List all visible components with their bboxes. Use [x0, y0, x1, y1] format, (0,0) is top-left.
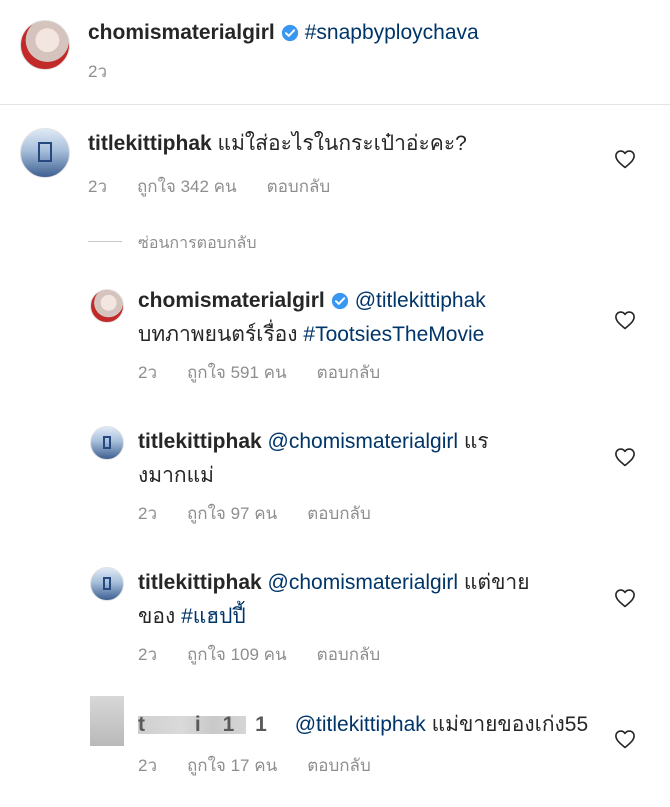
reply-avatar[interactable] — [90, 567, 124, 601]
reply-meta: 2ว ถูกใจ 97 คน ตอบกลับ — [138, 500, 401, 527]
comment-likes[interactable]: ถูกใจ 342 คน — [137, 177, 237, 196]
comment-avatar[interactable] — [20, 128, 70, 178]
reply-username-visible[interactable]: t i11 — [138, 713, 289, 736]
reply-mention[interactable]: @titlekittiphak — [295, 713, 426, 736]
heart-outline-icon[interactable] — [614, 729, 636, 749]
reply-reply-button[interactable]: ตอบกลับ — [317, 363, 381, 382]
reply-body: แม่ขายของเก่ง55 — [425, 713, 589, 736]
reply-mention[interactable]: @chomismaterialgirl — [268, 571, 459, 594]
reply-avatar[interactable] — [90, 289, 124, 323]
reply-body-continued: งมากแม่ — [138, 464, 214, 487]
heart-outline-icon[interactable] — [614, 149, 636, 169]
comment-text: titlekittiphak แม่ใส่อะไรในกระเป๋าอ่ะคะ? — [88, 127, 467, 161]
reply-meta: 2ว ถูกใจ 17 คน ตอบกลับ — [138, 752, 401, 779]
reply-avatar-blurred[interactable] — [90, 696, 124, 746]
reply-body-continued: ของ — [138, 605, 182, 628]
reply-username[interactable]: titlekittiphak — [138, 571, 262, 594]
reply-likes[interactable]: ถูกใจ 97 คน — [187, 504, 277, 523]
hide-replies-button[interactable]: ซ่อนการตอบกลับ — [138, 231, 256, 256]
reply-hashtag[interactable]: #แฮปปี้ — [181, 605, 246, 628]
reply-likes[interactable]: ถูกใจ 591 คน — [187, 363, 287, 382]
reply-reply-button[interactable]: ตอบกลับ — [307, 756, 371, 775]
reply-reply-button[interactable]: ตอบกลับ — [307, 504, 371, 523]
heart-outline-icon[interactable] — [614, 447, 636, 467]
post-author-username[interactable]: chomismaterialgirl — [88, 21, 275, 44]
reply-text: titlekittiphak @chomismaterialgirl แต่ขา… — [138, 566, 618, 634]
reply-body: แต่ขาย — [458, 571, 530, 594]
verified-badge-icon — [331, 292, 348, 310]
reply-text: chomismaterialgirl @titlekittiphak บทภาพย… — [138, 284, 618, 352]
reply-time: 2ว — [138, 645, 158, 664]
comment-time: 2ว — [88, 177, 108, 196]
header-divider — [0, 104, 670, 105]
reply-mention[interactable]: @chomismaterialgirl — [268, 430, 459, 453]
comment-meta: 2ว ถูกใจ 342 คน ตอบกลับ — [88, 173, 360, 200]
reply-hashtag[interactable]: #TootsiesTheMovie — [303, 323, 484, 346]
reply-reply-button[interactable]: ตอบกลับ — [317, 645, 381, 664]
post-caption-hashtag[interactable]: #snapbyploychava — [305, 21, 479, 44]
post-author-avatar[interactable] — [20, 20, 70, 70]
reply-meta: 2ว ถูกใจ 109 คน ตอบกลับ — [138, 641, 410, 668]
reply-body: บทภาพยนตร์เรื่อง — [138, 323, 304, 346]
post-caption: chomismaterialgirl #snapbyploychava — [88, 18, 479, 48]
reply-text: t i11 @titlekittiphak แม่ขายของเก่ง55 — [138, 708, 588, 742]
comment-reply-button[interactable]: ตอบกลับ — [267, 177, 331, 196]
reply-time: 2ว — [138, 756, 158, 775]
post-time: 2ว — [88, 62, 108, 81]
comment-username[interactable]: titlekittiphak — [88, 132, 212, 155]
reply-mention[interactable]: @titlekittiphak — [355, 289, 486, 312]
comment-body: แม่ใส่อะไรในกระเป๋าอ่ะคะ? — [217, 132, 467, 155]
reply-username[interactable]: chomismaterialgirl — [138, 289, 325, 312]
reply-likes[interactable]: ถูกใจ 17 คน — [187, 756, 277, 775]
reply-text: titlekittiphak @chomismaterialgirl แร งม… — [138, 425, 618, 493]
reply-meta: 2ว ถูกใจ 591 คน ตอบกลับ — [138, 359, 410, 386]
reply-likes[interactable]: ถูกใจ 109 คน — [187, 645, 287, 664]
reply-time: 2ว — [138, 504, 158, 523]
verified-badge-icon — [281, 24, 298, 42]
heart-outline-icon[interactable] — [614, 588, 636, 608]
hide-replies-line — [88, 241, 122, 242]
heart-outline-icon[interactable] — [614, 310, 636, 330]
reply-time: 2ว — [138, 363, 158, 382]
reply-body: แร — [458, 430, 489, 453]
reply-avatar[interactable] — [90, 426, 124, 460]
reply-username[interactable]: titlekittiphak — [138, 430, 262, 453]
